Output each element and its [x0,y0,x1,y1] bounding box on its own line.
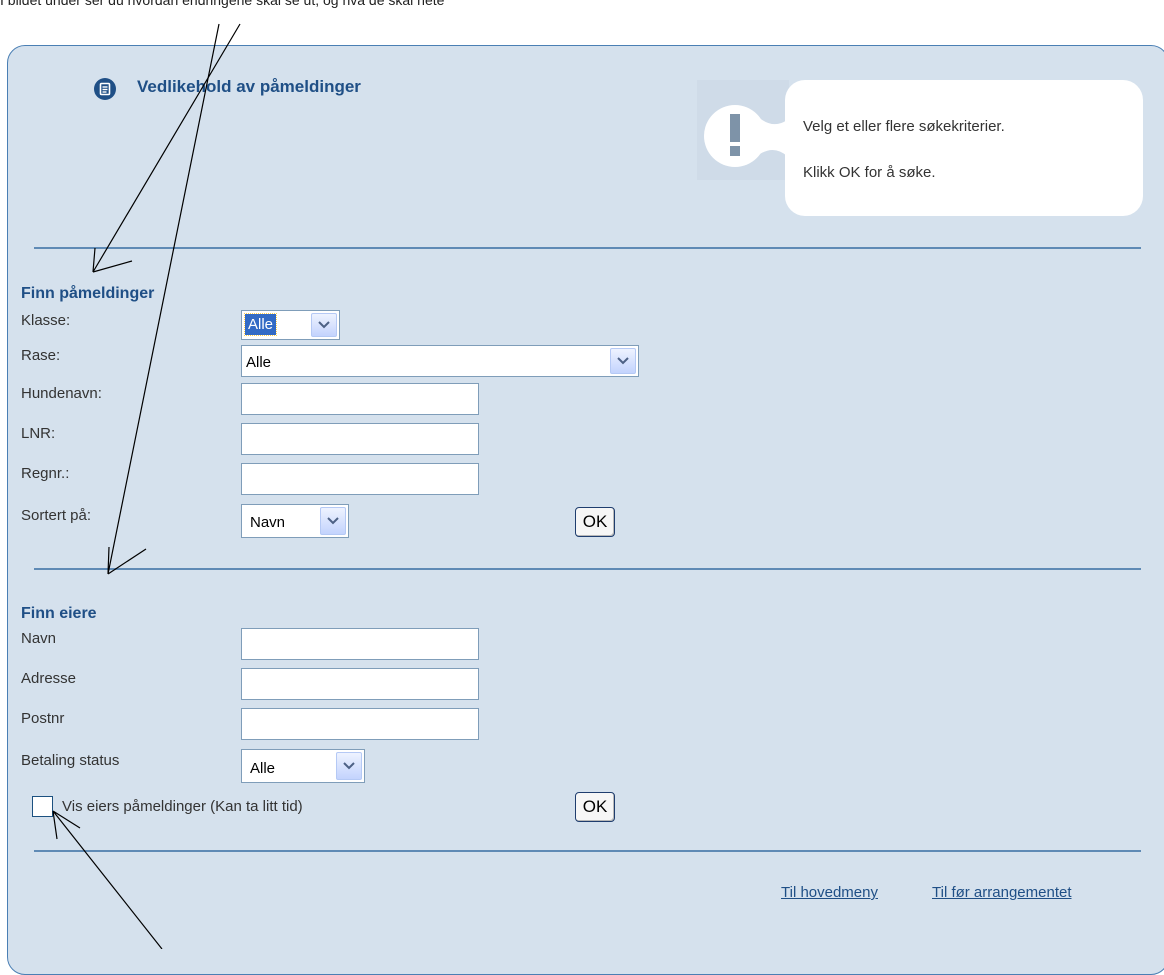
divider-top [34,247,1141,249]
before-event-link[interactable]: Til før arrangementet [932,884,1072,901]
adresse-input[interactable] [241,668,479,700]
sort-label: Sortert på: [21,507,92,524]
top-caption: I bildet under ser du hvordan endringene… [0,0,445,8]
klasse-label: Klasse: [21,312,71,329]
exclamation-icon [730,114,740,156]
regnr-input[interactable] [241,463,479,495]
payment-status-label: Betaling status [21,752,120,769]
lnr-input[interactable] [241,423,479,455]
chevron-down-icon[interactable] [336,752,362,780]
main-menu-link[interactable]: Til hovedmeny [781,884,878,901]
rase-select[interactable]: Alle [241,345,639,377]
show-owner-registrations-checkbox[interactable] [32,796,53,817]
show-owner-registrations-label: Vis eiers påmeldinger (Kan ta litt tid) [62,798,303,815]
notice-line-2: Klikk OK for å søke. [803,164,936,181]
rase-selected-value: Alle [246,354,272,371]
page-title: Vedlikehold av påmeldinger [137,77,361,96]
lnr-label: LNR: [21,425,56,442]
chevron-down-icon[interactable] [311,313,337,337]
divider-middle [34,568,1141,570]
sort-select[interactable]: Navn [241,504,349,538]
payment-status-select[interactable]: Alle [241,749,365,783]
klasse-select[interactable]: Alle [241,310,340,340]
ok-button-owners[interactable]: OK [575,792,615,822]
navn-input[interactable] [241,628,479,660]
chevron-down-icon[interactable] [610,348,636,374]
rase-label: Rase: [21,347,61,364]
postnr-label: Postnr [21,710,65,727]
navn-label: Navn [21,630,57,647]
regnr-label: Regnr.: [21,465,70,482]
ok-button-registrations[interactable]: OK [575,507,615,537]
hundenavn-input[interactable] [241,383,479,415]
sort-selected-value: Navn [250,514,286,531]
section-title-find-registrations: Finn påmeldinger [21,285,155,302]
notice-line-1: Velg et eller flere søkekriterier. [803,118,1005,135]
divider-bottom [34,850,1141,852]
klasse-selected-value: Alle [243,313,278,336]
adresse-label: Adresse [21,670,77,687]
info-notice: Velg et eller flere søkekriterier. Klikk… [697,80,1143,216]
payment-status-selected-value: Alle [250,760,276,777]
document-icon [94,78,116,100]
chevron-down-icon[interactable] [320,507,346,535]
postnr-input[interactable] [241,708,479,740]
speech-bubble [697,80,1143,216]
section-title-find-owners: Finn eiere [21,605,97,622]
hundenavn-label: Hundenavn: [21,385,102,402]
